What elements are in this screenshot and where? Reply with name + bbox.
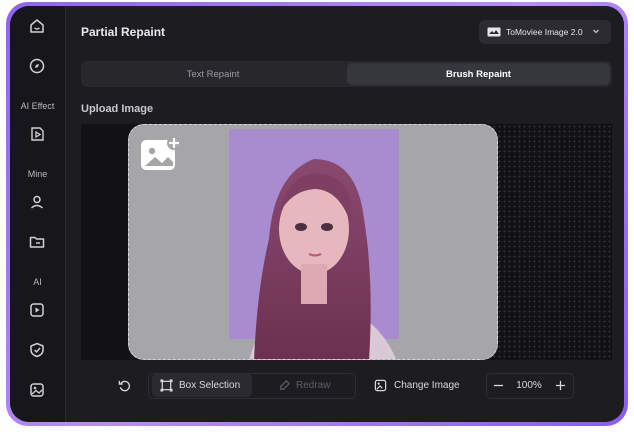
sidebar-section-mine: Mine <box>27 169 48 179</box>
change-image-label: Change Image <box>394 379 460 391</box>
sidebar-section-ai: AI <box>33 277 42 287</box>
brush-icon <box>280 379 290 390</box>
page-title: Partial Repaint <box>81 25 166 39</box>
box-selection-button[interactable]: Box Selection <box>152 373 252 397</box>
redraw-label: Redraw <box>296 379 331 391</box>
redraw-button[interactable]: Redraw <box>278 373 330 397</box>
ai-repair-icon[interactable] <box>23 336 51 364</box>
bottom-toolbar: Box Selection Redraw Change Image 100% <box>66 366 624 406</box>
explore-icon[interactable] <box>23 52 51 80</box>
model-icon <box>487 27 501 37</box>
box-selection-icon <box>160 378 173 392</box>
reset-icon[interactable] <box>114 373 134 397</box>
zoom-level: 100% <box>516 379 542 391</box>
chevron-down-icon <box>593 29 599 34</box>
ai-video-icon[interactable] <box>23 296 51 324</box>
zoom-out-button[interactable] <box>490 373 506 397</box>
sidebar-section-ai-effect: AI Effect <box>20 101 55 111</box>
sidebar: AI Effect Mine AI <box>10 6 66 422</box>
upload-image-label: Upload Image <box>81 103 154 115</box>
folder-icon[interactable] <box>23 228 51 256</box>
app-window: AI Effect Mine AI Partial Repaint ToMovi… <box>10 6 624 422</box>
home-icon[interactable] <box>23 12 51 40</box>
profile-icon[interactable] <box>23 188 51 216</box>
add-image-icon[interactable] <box>141 136 181 172</box>
zoom-in-button[interactable] <box>552 373 568 397</box>
tab-brush-repaint[interactable]: Brush Repaint <box>347 63 610 85</box>
ai-image-icon[interactable] <box>23 376 51 404</box>
upload-drop-zone[interactable] <box>128 124 498 360</box>
main-panel: Partial Repaint ToMoviee Image 2.0 Text … <box>66 6 624 422</box>
tab-text-repaint[interactable]: Text Repaint <box>83 63 343 85</box>
minus-icon <box>493 384 503 386</box>
box-selection-label: Box Selection <box>179 379 241 391</box>
canvas-pattern <box>492 124 612 360</box>
plus-icon <box>555 380 565 390</box>
model-selector[interactable]: ToMoviee Image 2.0 <box>479 20 611 44</box>
change-image-icon <box>374 379 387 391</box>
change-image-button[interactable]: Change Image <box>374 373 460 397</box>
portrait-image <box>229 129 399 359</box>
repaint-mode-tabs: Text Repaint Brush Repaint <box>81 61 612 87</box>
ai-effect-icon[interactable] <box>23 120 51 148</box>
model-label: ToMoviee Image 2.0 <box>506 27 583 37</box>
